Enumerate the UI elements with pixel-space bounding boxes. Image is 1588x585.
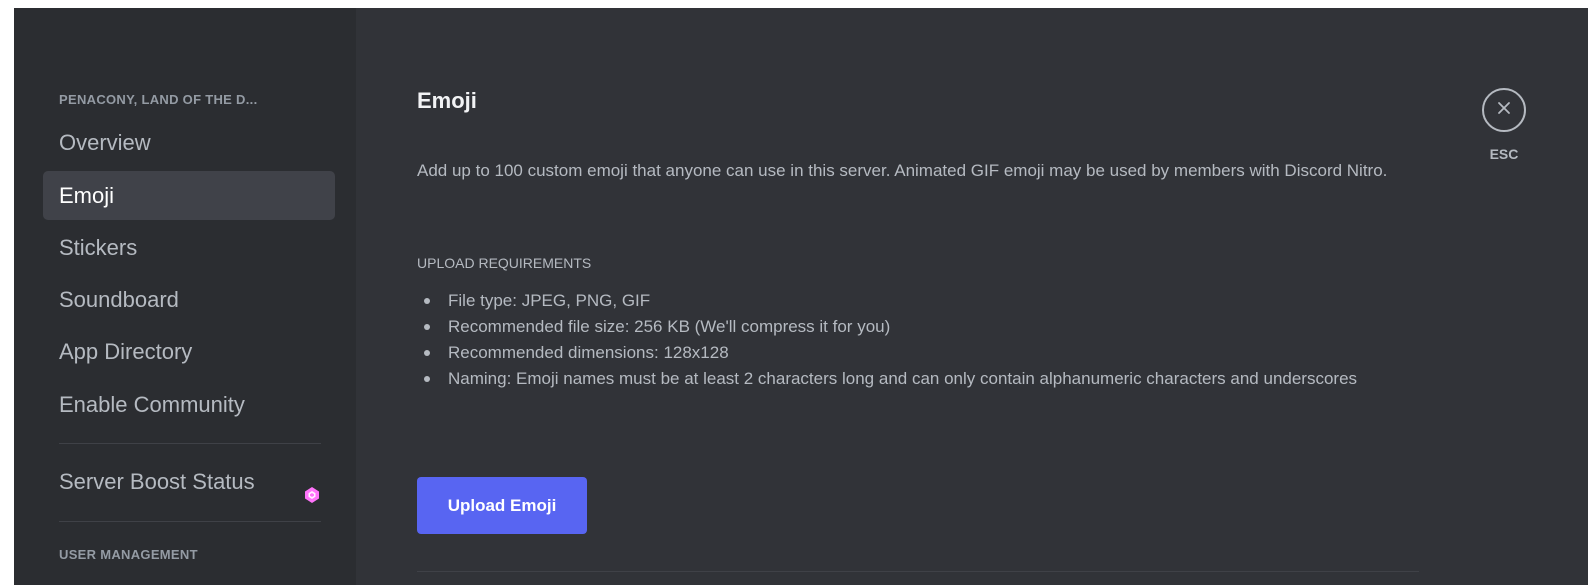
requirement-text: File type: JPEG, PNG, GIF bbox=[448, 291, 651, 310]
upload-emoji-button[interactable]: Upload Emoji bbox=[417, 477, 587, 534]
requirement-text: Recommended dimensions: 128x128 bbox=[448, 343, 729, 362]
requirement-text: Recommended file size: 256 KB (We'll com… bbox=[448, 317, 891, 336]
requirement-text: Naming: Emoji names must be at least 2 c… bbox=[448, 369, 1358, 388]
list-item: Recommended dimensions: 128x128 bbox=[417, 340, 1422, 366]
list-item: File type: JPEG, PNG, GIF bbox=[417, 288, 1422, 314]
content-divider bbox=[417, 571, 1419, 572]
sidebar-item-enable-community[interactable]: Enable Community bbox=[43, 380, 335, 429]
upload-requirements-list: File type: JPEG, PNG, GIF Recommended fi… bbox=[417, 288, 1422, 392]
bullet-icon bbox=[424, 350, 430, 356]
sidebar-divider bbox=[59, 443, 321, 444]
sidebar-item-emoji[interactable]: Emoji bbox=[43, 171, 335, 220]
settings-sidebar: PENACONY, LAND OF THE D... Overview Emoj… bbox=[14, 8, 356, 585]
sidebar-item-overview[interactable]: Overview bbox=[43, 118, 335, 167]
sidebar-item-label: Overview bbox=[59, 130, 151, 155]
close-button[interactable] bbox=[1482, 88, 1526, 132]
sidebar-item-app-directory[interactable]: App Directory bbox=[43, 327, 335, 376]
sidebar-item-label: Soundboard bbox=[59, 287, 179, 312]
upload-requirements-header: UPLOAD REQUIREMENTS bbox=[417, 255, 592, 271]
sidebar-item-label: Server Boost Status bbox=[59, 469, 255, 494]
close-settings[interactable]: ESC bbox=[1479, 88, 1529, 162]
sidebar-item-server-boost-status[interactable]: Server Boost Status bbox=[43, 457, 335, 506]
sidebar-item-label: Emoji bbox=[59, 183, 115, 208]
emoji-description: Add up to 100 custom emoji that anyone c… bbox=[417, 161, 1388, 180]
user-management-header: USER MANAGEMENT bbox=[59, 547, 198, 562]
close-icon bbox=[1496, 100, 1512, 121]
bullet-icon bbox=[424, 324, 430, 330]
server-settings-window: PENACONY, LAND OF THE D... Overview Emoj… bbox=[14, 8, 1588, 585]
server-name-header: PENACONY, LAND OF THE D... bbox=[59, 92, 258, 107]
list-item: Recommended file size: 256 KB (We'll com… bbox=[417, 314, 1422, 340]
sidebar-item-label: Stickers bbox=[59, 235, 138, 260]
boost-gem-icon bbox=[303, 472, 321, 503]
sidebar-item-stickers[interactable]: Stickers bbox=[43, 223, 335, 272]
sidebar-item-label: App Directory bbox=[59, 339, 193, 364]
sidebar-item-soundboard[interactable]: Soundboard bbox=[43, 275, 335, 324]
bullet-icon bbox=[424, 298, 430, 304]
page-title: Emoji bbox=[417, 88, 477, 113]
bullet-icon bbox=[424, 376, 430, 382]
settings-content-area: Emoji Add up to 100 custom emoji that an… bbox=[356, 8, 1588, 585]
sidebar-divider bbox=[59, 521, 321, 522]
sidebar-item-label: Enable Community bbox=[59, 392, 245, 417]
esc-label: ESC bbox=[1489, 146, 1519, 162]
list-item: Naming: Emoji names must be at least 2 c… bbox=[417, 366, 1422, 392]
